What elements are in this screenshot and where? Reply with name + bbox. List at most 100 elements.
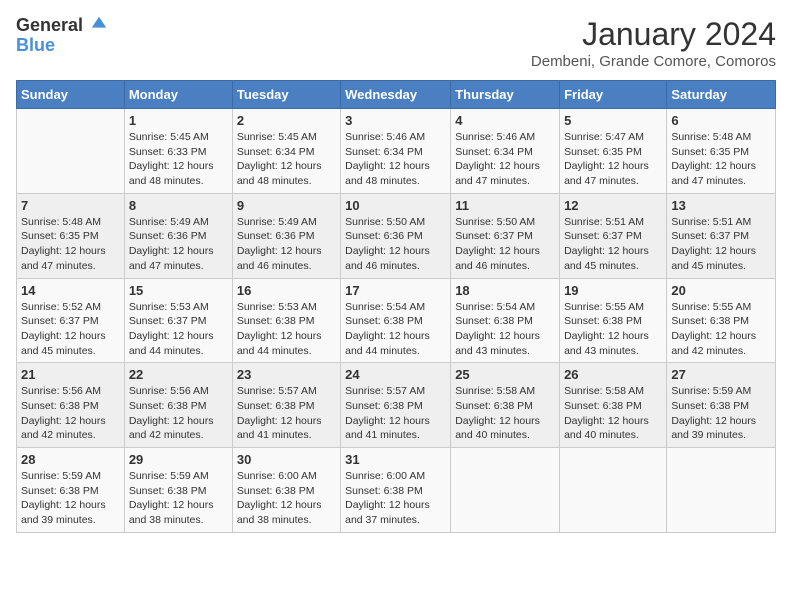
location: Dembeni, Grande Comore, Comoros bbox=[531, 53, 776, 70]
calendar-cell bbox=[17, 109, 125, 194]
weekday-header: Saturday bbox=[667, 81, 776, 109]
calendar-cell: 31 Sunrise: 6:00 AMSunset: 6:38 PMDayligh… bbox=[341, 448, 451, 533]
calendar-cell: 10 Sunrise: 5:50 AMSunset: 6:36 PMDayligh… bbox=[341, 193, 451, 278]
day-info: Sunrise: 5:50 AMSunset: 6:36 PMDaylight:… bbox=[345, 215, 446, 274]
day-number: 4 bbox=[455, 113, 555, 128]
day-number: 31 bbox=[345, 452, 446, 467]
calendar-cell: 6 Sunrise: 5:48 AMSunset: 6:35 PMDaylight… bbox=[667, 109, 776, 194]
calendar-week-row: 7 Sunrise: 5:48 AMSunset: 6:35 PMDaylight… bbox=[17, 193, 776, 278]
calendar-cell bbox=[560, 448, 667, 533]
day-info: Sunrise: 6:00 AMSunset: 6:38 PMDaylight:… bbox=[237, 469, 336, 528]
day-info: Sunrise: 5:59 AMSunset: 6:38 PMDaylight:… bbox=[21, 469, 120, 528]
day-number: 11 bbox=[455, 198, 555, 213]
day-number: 28 bbox=[21, 452, 120, 467]
calendar-cell: 23Sunrise: 5:57 AMSunset: 6:38 PMDayligh… bbox=[232, 363, 340, 448]
day-number: 13 bbox=[671, 198, 771, 213]
calendar-cell: 11 Sunrise: 5:50 AMSunset: 6:37 PMDayligh… bbox=[451, 193, 560, 278]
calendar-cell bbox=[451, 448, 560, 533]
day-info: Sunrise: 5:56 AMSunset: 6:38 PMDaylight:… bbox=[129, 384, 228, 443]
day-info: Sunrise: 5:45 AMSunset: 6:34 PMDaylight:… bbox=[237, 130, 336, 189]
calendar-cell: 1Sunrise: 5:45 AMSunset: 6:33 PMDaylight… bbox=[124, 109, 232, 194]
day-info: Sunrise: 5:56 AMSunset: 6:38 PMDaylight:… bbox=[21, 384, 120, 443]
day-info: Sunrise: 5:57 AMSunset: 6:38 PMDaylight:… bbox=[345, 384, 446, 443]
day-info: Sunrise: 5:48 AMSunset: 6:35 PMDaylight:… bbox=[671, 130, 771, 189]
calendar-table: SundayMondayTuesdayWednesdayThursdayFrid… bbox=[16, 80, 776, 533]
day-number: 15 bbox=[129, 283, 228, 298]
calendar-cell: 25Sunrise: 5:58 AMSunset: 6:38 PMDayligh… bbox=[451, 363, 560, 448]
day-info: Sunrise: 5:49 AMSunset: 6:36 PMDaylight:… bbox=[129, 215, 228, 274]
logo-line1: General bbox=[16, 16, 108, 36]
day-info: Sunrise: 5:59 AMSunset: 6:38 PMDaylight:… bbox=[129, 469, 228, 528]
day-number: 19 bbox=[564, 283, 662, 298]
day-number: 30 bbox=[237, 452, 336, 467]
month-title: January 2024 bbox=[531, 16, 776, 53]
calendar-cell: 12 Sunrise: 5:51 AMSunset: 6:37 PMDayligh… bbox=[560, 193, 667, 278]
day-info: Sunrise: 5:47 AMSunset: 6:35 PMDaylight:… bbox=[564, 130, 662, 189]
day-info: Sunrise: 5:52 AMSunset: 6:37 PMDaylight:… bbox=[21, 300, 120, 359]
day-number: 14 bbox=[21, 283, 120, 298]
calendar-cell: 16Sunrise: 5:53 AMSunset: 6:38 PMDayligh… bbox=[232, 278, 340, 363]
day-info: Sunrise: 5:53 AMSunset: 6:37 PMDaylight:… bbox=[129, 300, 228, 359]
day-number: 9 bbox=[237, 198, 336, 213]
day-number: 20 bbox=[671, 283, 771, 298]
day-info: Sunrise: 5:54 AMSunset: 6:38 PMDaylight:… bbox=[455, 300, 555, 359]
calendar-cell: 18Sunrise: 5:54 AMSunset: 6:38 PMDayligh… bbox=[451, 278, 560, 363]
calendar-cell: 22 Sunrise: 5:56 AMSunset: 6:38 PMDayligh… bbox=[124, 363, 232, 448]
day-number: 6 bbox=[671, 113, 771, 128]
day-info: Sunrise: 5:59 AMSunset: 6:38 PMDaylight:… bbox=[671, 384, 771, 443]
day-number: 2 bbox=[237, 113, 336, 128]
day-info: Sunrise: 5:51 AMSunset: 6:37 PMDaylight:… bbox=[671, 215, 771, 274]
page-header: General Blue January 2024 Dembeni, Grand… bbox=[16, 16, 776, 70]
calendar-cell bbox=[667, 448, 776, 533]
calendar-cell: 26Sunrise: 5:58 AMSunset: 6:38 PMDayligh… bbox=[560, 363, 667, 448]
day-number: 8 bbox=[129, 198, 228, 213]
calendar-cell: 9 Sunrise: 5:49 AMSunset: 6:36 PMDaylight… bbox=[232, 193, 340, 278]
weekday-header: Wednesday bbox=[341, 81, 451, 109]
calendar-week-row: 21 Sunrise: 5:56 AMSunset: 6:38 PMDayligh… bbox=[17, 363, 776, 448]
day-info: Sunrise: 5:55 AMSunset: 6:38 PMDaylight:… bbox=[671, 300, 771, 359]
calendar-cell: 20 Sunrise: 5:55 AMSunset: 6:38 PMDayligh… bbox=[667, 278, 776, 363]
day-info: Sunrise: 5:49 AMSunset: 6:36 PMDaylight:… bbox=[237, 215, 336, 274]
weekday-header: Tuesday bbox=[232, 81, 340, 109]
calendar-cell: 29 Sunrise: 5:59 AMSunset: 6:38 PMDayligh… bbox=[124, 448, 232, 533]
calendar-cell: 5Sunrise: 5:47 AMSunset: 6:35 PMDaylight… bbox=[560, 109, 667, 194]
day-info: Sunrise: 5:58 AMSunset: 6:38 PMDaylight:… bbox=[564, 384, 662, 443]
day-number: 22 bbox=[129, 367, 228, 382]
day-number: 21 bbox=[21, 367, 120, 382]
weekday-header: Monday bbox=[124, 81, 232, 109]
calendar-cell: 17Sunrise: 5:54 AMSunset: 6:38 PMDayligh… bbox=[341, 278, 451, 363]
day-info: Sunrise: 5:48 AMSunset: 6:35 PMDaylight:… bbox=[21, 215, 120, 274]
weekday-header-row: SundayMondayTuesdayWednesdayThursdayFrid… bbox=[17, 81, 776, 109]
calendar-cell: 7 Sunrise: 5:48 AMSunset: 6:35 PMDaylight… bbox=[17, 193, 125, 278]
day-info: Sunrise: 5:51 AMSunset: 6:37 PMDaylight:… bbox=[564, 215, 662, 274]
logo-text: General Blue bbox=[16, 16, 108, 56]
calendar-cell: 24Sunrise: 5:57 AMSunset: 6:38 PMDayligh… bbox=[341, 363, 451, 448]
calendar-cell: 28 Sunrise: 5:59 AMSunset: 6:38 PMDayligh… bbox=[17, 448, 125, 533]
day-number: 29 bbox=[129, 452, 228, 467]
calendar-week-row: 14 Sunrise: 5:52 AMSunset: 6:37 PMDayligh… bbox=[17, 278, 776, 363]
day-number: 10 bbox=[345, 198, 446, 213]
calendar-cell: 2 Sunrise: 5:45 AMSunset: 6:34 PMDaylight… bbox=[232, 109, 340, 194]
logo-line2: Blue bbox=[16, 36, 108, 56]
weekday-header: Friday bbox=[560, 81, 667, 109]
calendar-cell: 21 Sunrise: 5:56 AMSunset: 6:38 PMDayligh… bbox=[17, 363, 125, 448]
day-number: 25 bbox=[455, 367, 555, 382]
logo: General Blue bbox=[16, 16, 108, 56]
calendar-week-row: 1Sunrise: 5:45 AMSunset: 6:33 PMDaylight… bbox=[17, 109, 776, 194]
calendar-cell: 15 Sunrise: 5:53 AMSunset: 6:37 PMDayligh… bbox=[124, 278, 232, 363]
calendar-cell: 19Sunrise: 5:55 AMSunset: 6:38 PMDayligh… bbox=[560, 278, 667, 363]
weekday-header: Sunday bbox=[17, 81, 125, 109]
day-info: Sunrise: 5:45 AMSunset: 6:33 PMDaylight:… bbox=[129, 130, 228, 189]
calendar-cell: 4Sunrise: 5:46 AMSunset: 6:34 PMDaylight… bbox=[451, 109, 560, 194]
day-info: Sunrise: 5:57 AMSunset: 6:38 PMDaylight:… bbox=[237, 384, 336, 443]
day-info: Sunrise: 5:50 AMSunset: 6:37 PMDaylight:… bbox=[455, 215, 555, 274]
calendar-cell: 8 Sunrise: 5:49 AMSunset: 6:36 PMDaylight… bbox=[124, 193, 232, 278]
calendar-cell: 3Sunrise: 5:46 AMSunset: 6:34 PMDaylight… bbox=[341, 109, 451, 194]
day-info: Sunrise: 6:00 AMSunset: 6:38 PMDaylight:… bbox=[345, 469, 446, 528]
calendar-week-row: 28 Sunrise: 5:59 AMSunset: 6:38 PMDayligh… bbox=[17, 448, 776, 533]
day-number: 12 bbox=[564, 198, 662, 213]
day-info: Sunrise: 5:53 AMSunset: 6:38 PMDaylight:… bbox=[237, 300, 336, 359]
calendar-cell: 27Sunrise: 5:59 AMSunset: 6:38 PMDayligh… bbox=[667, 363, 776, 448]
day-number: 7 bbox=[21, 198, 120, 213]
weekday-header: Thursday bbox=[451, 81, 560, 109]
